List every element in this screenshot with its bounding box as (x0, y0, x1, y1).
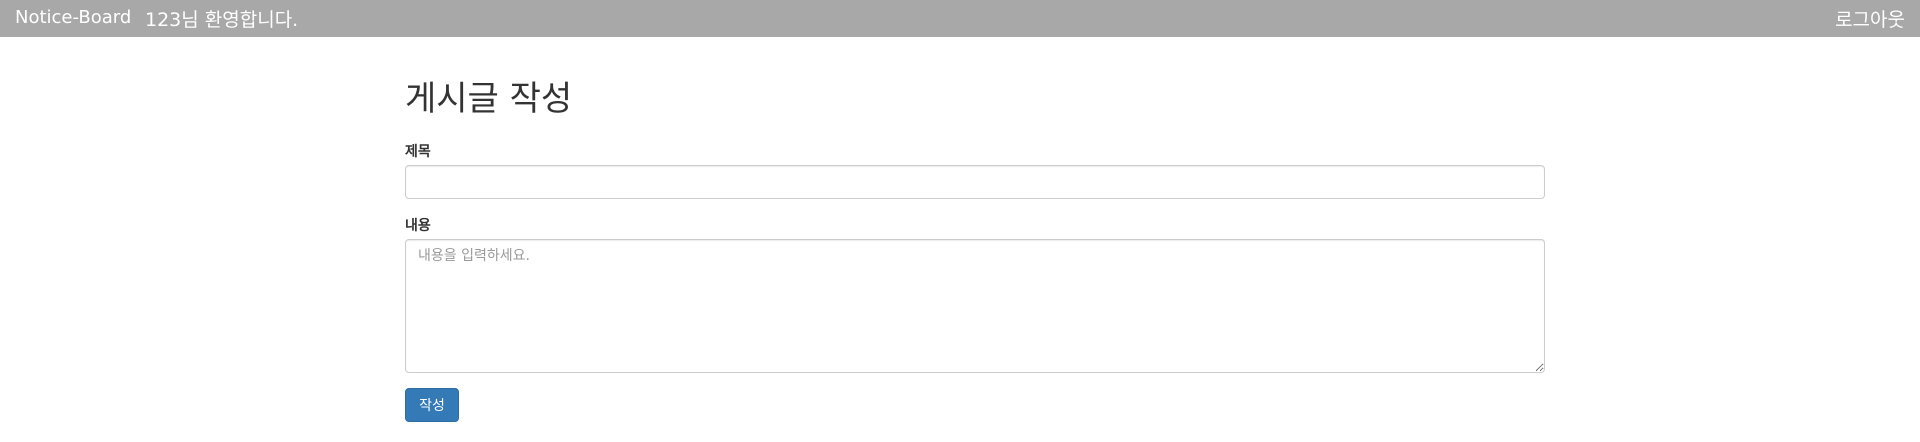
title-input[interactable] (405, 165, 1545, 199)
welcome-message: 123님 환영합니다. (145, 9, 299, 31)
page-title: 게시글 작성 (405, 79, 573, 119)
submit-button[interactable]: 작성 (405, 388, 459, 422)
top-navbar: Notice-Board 123님 환영합니다. 로그아웃 (0, 0, 1920, 37)
title-label: 제목 (405, 144, 431, 160)
content-label: 내용 (405, 218, 431, 234)
content-textarea[interactable] (405, 239, 1545, 373)
logout-link[interactable]: 로그아웃 (1835, 5, 1905, 32)
brand-link[interactable]: Notice-Board (15, 7, 131, 28)
